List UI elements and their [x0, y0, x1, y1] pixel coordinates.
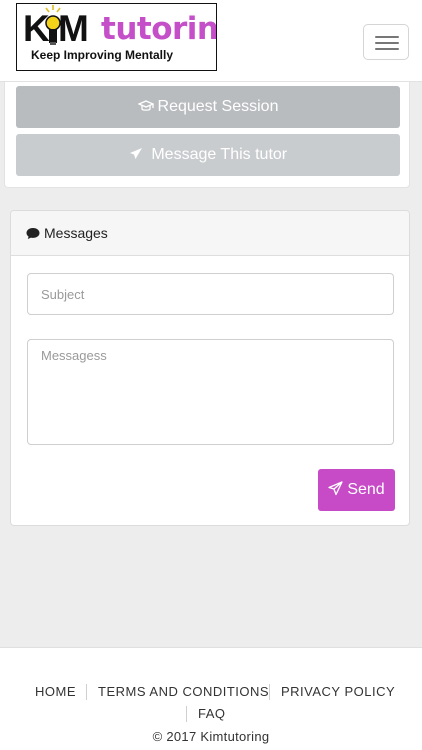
message-tutor-label: Message This tutor	[151, 146, 288, 163]
logo-letter-m: M	[58, 8, 89, 49]
subject-input[interactable]	[27, 273, 394, 315]
send-label: Send	[347, 481, 385, 498]
footer-link-faq[interactable]: FAQ	[198, 706, 226, 722]
request-session-label: Request Session	[157, 98, 279, 115]
send-button[interactable]: Send	[318, 469, 395, 511]
kimtutoring-logo[interactable]: K M tutoring Keep Improving Mentally	[16, 3, 217, 71]
logo-tagline: Keep Improving Mentally	[31, 48, 174, 62]
comment-icon	[26, 228, 40, 239]
footer-separator	[86, 684, 87, 700]
graduation-cap-icon	[136, 100, 155, 111]
copyright-text: © 2017 Kimtutoring	[152, 729, 270, 744]
paper-plane-icon	[129, 148, 142, 159]
footer: HOME TERMS AND CONDITIONS PRIVACY POLICY…	[0, 647, 422, 750]
tutor-actions-card: Request Session Message This tutor	[4, 82, 410, 188]
logo-wordmark: tutoring	[101, 11, 217, 47]
navbar: K M tutoring Keep Improving Mentally	[0, 0, 422, 82]
footer-link-home[interactable]: HOME	[35, 684, 76, 700]
messages-header-title: Messages	[44, 225, 108, 241]
paper-plane-icon	[328, 481, 343, 496]
message-textarea[interactable]	[27, 339, 394, 445]
messages-card-header: Messages	[11, 211, 409, 256]
hamburger-menu-icon	[375, 36, 399, 38]
hamburger-menu-icon	[375, 42, 399, 44]
request-session-button[interactable]: Request Session	[16, 86, 400, 128]
navbar-toggle-button[interactable]	[363, 24, 409, 60]
messages-card: Messages Send	[10, 210, 410, 526]
footer-separator	[186, 706, 187, 722]
footer-link-privacy[interactable]: PRIVACY POLICY	[281, 684, 395, 700]
hamburger-menu-icon	[375, 48, 399, 50]
message-tutor-button[interactable]: Message This tutor	[16, 134, 400, 176]
footer-separator	[269, 684, 270, 700]
footer-link-terms[interactable]: TERMS AND CONDITIONS	[98, 684, 269, 700]
